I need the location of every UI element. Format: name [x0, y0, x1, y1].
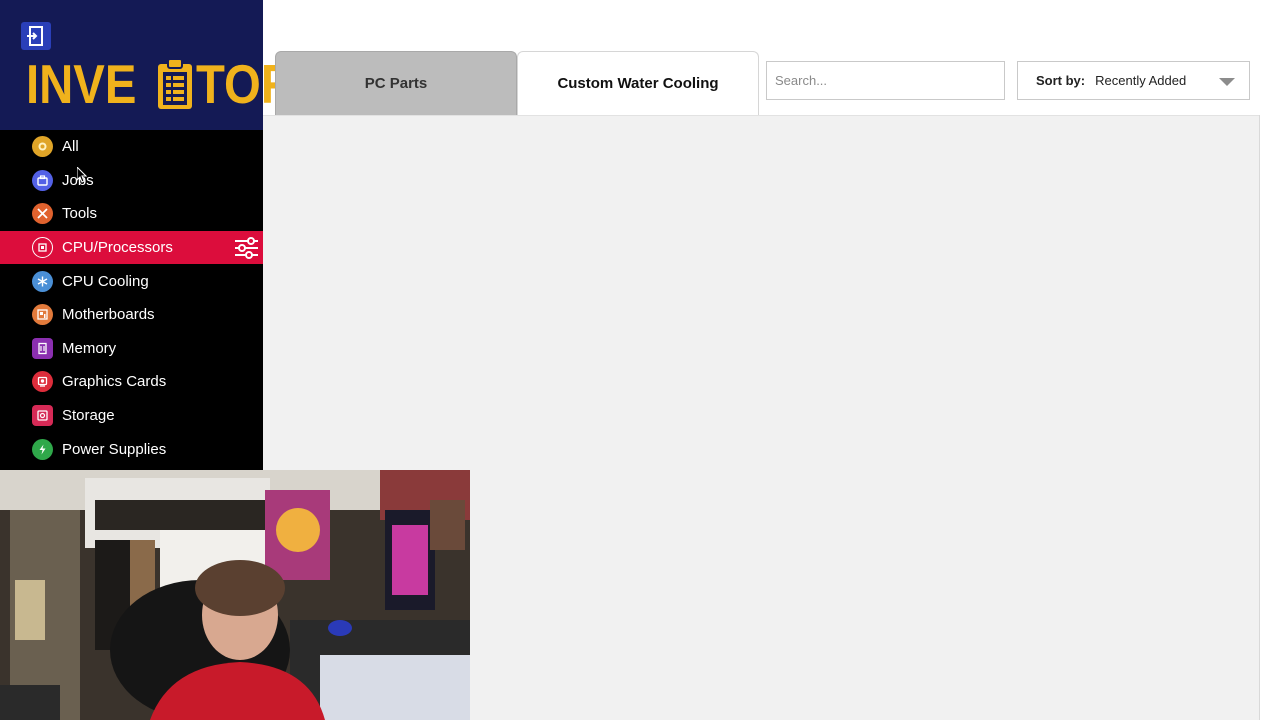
scrollbar[interactable]: [1259, 115, 1280, 720]
nav-label: Memory: [62, 339, 117, 357]
tab-pc-parts[interactable]: PC Parts: [275, 51, 517, 115]
category-nav: All Jobs Tools CPU/Processors CPU Coolin…: [0, 130, 263, 466]
filter-sliders-icon[interactable]: [233, 235, 260, 261]
nav-label: Storage: [62, 407, 115, 425]
logo-text-left: INVE: [26, 53, 137, 115]
nav-item-cpu-cooling[interactable]: CPU Cooling: [0, 264, 263, 298]
inventory-app: INVE TORY All Jobs Tools CPU/Processors …: [0, 0, 1280, 720]
chevron-down-icon: [1219, 78, 1235, 86]
nav-label: All: [62, 138, 79, 156]
lightning-icon: [32, 438, 53, 460]
nav-item-storage[interactable]: Storage: [0, 399, 263, 433]
tools-icon: [32, 203, 53, 225]
nav-label: CPU Cooling: [62, 272, 149, 290]
cpu-chip-icon: [32, 237, 53, 259]
clipboard-icon: [158, 58, 193, 109]
sort-label: Sort by:: [1036, 73, 1086, 88]
webcam-video-image: [0, 470, 470, 720]
nav-label: Motherboards: [62, 306, 155, 324]
nav-item-cpu-processors[interactable]: CPU/Processors: [0, 230, 263, 265]
sort-dropdown[interactable]: Sort by: Recently Added: [1017, 61, 1250, 100]
nav-label: Graphics Cards: [62, 373, 167, 391]
nav-label: CPU/Processors: [62, 239, 173, 257]
nav-label: Tools: [62, 205, 98, 223]
nav-item-power-supplies[interactable]: Power Supplies: [0, 432, 263, 466]
nav-item-memory[interactable]: Memory: [0, 332, 263, 366]
webcam-overlay: [0, 470, 470, 720]
memory-stick-icon: [32, 337, 53, 359]
logout-button[interactable]: [21, 22, 51, 50]
nav-item-tools[interactable]: Tools: [0, 197, 263, 231]
logout-icon: [27, 26, 43, 46]
hard-drive-icon: [32, 405, 53, 427]
nav-item-motherboards[interactable]: Motherboards: [0, 298, 263, 332]
sort-value: Recently Added: [1095, 73, 1187, 88]
search-input[interactable]: [766, 61, 1005, 100]
circle-dot-icon: [32, 136, 53, 158]
briefcase-icon: [32, 169, 53, 191]
nav-label: Power Supplies: [62, 440, 167, 458]
snowflake-icon: [32, 270, 53, 292]
category-tabs: PC Parts Custom Water Cooling: [275, 51, 759, 115]
brand-header: INVE TORY: [0, 0, 325, 130]
nav-item-all[interactable]: All: [0, 130, 263, 164]
gpu-icon: [32, 371, 53, 393]
tab-custom-water-cooling[interactable]: Custom Water Cooling: [517, 51, 759, 115]
nav-item-jobs[interactable]: Jobs: [0, 164, 263, 198]
mouse-cursor-icon: [77, 167, 87, 183]
nav-item-graphics-cards[interactable]: Graphics Cards: [0, 365, 263, 399]
motherboard-icon: [32, 304, 53, 326]
